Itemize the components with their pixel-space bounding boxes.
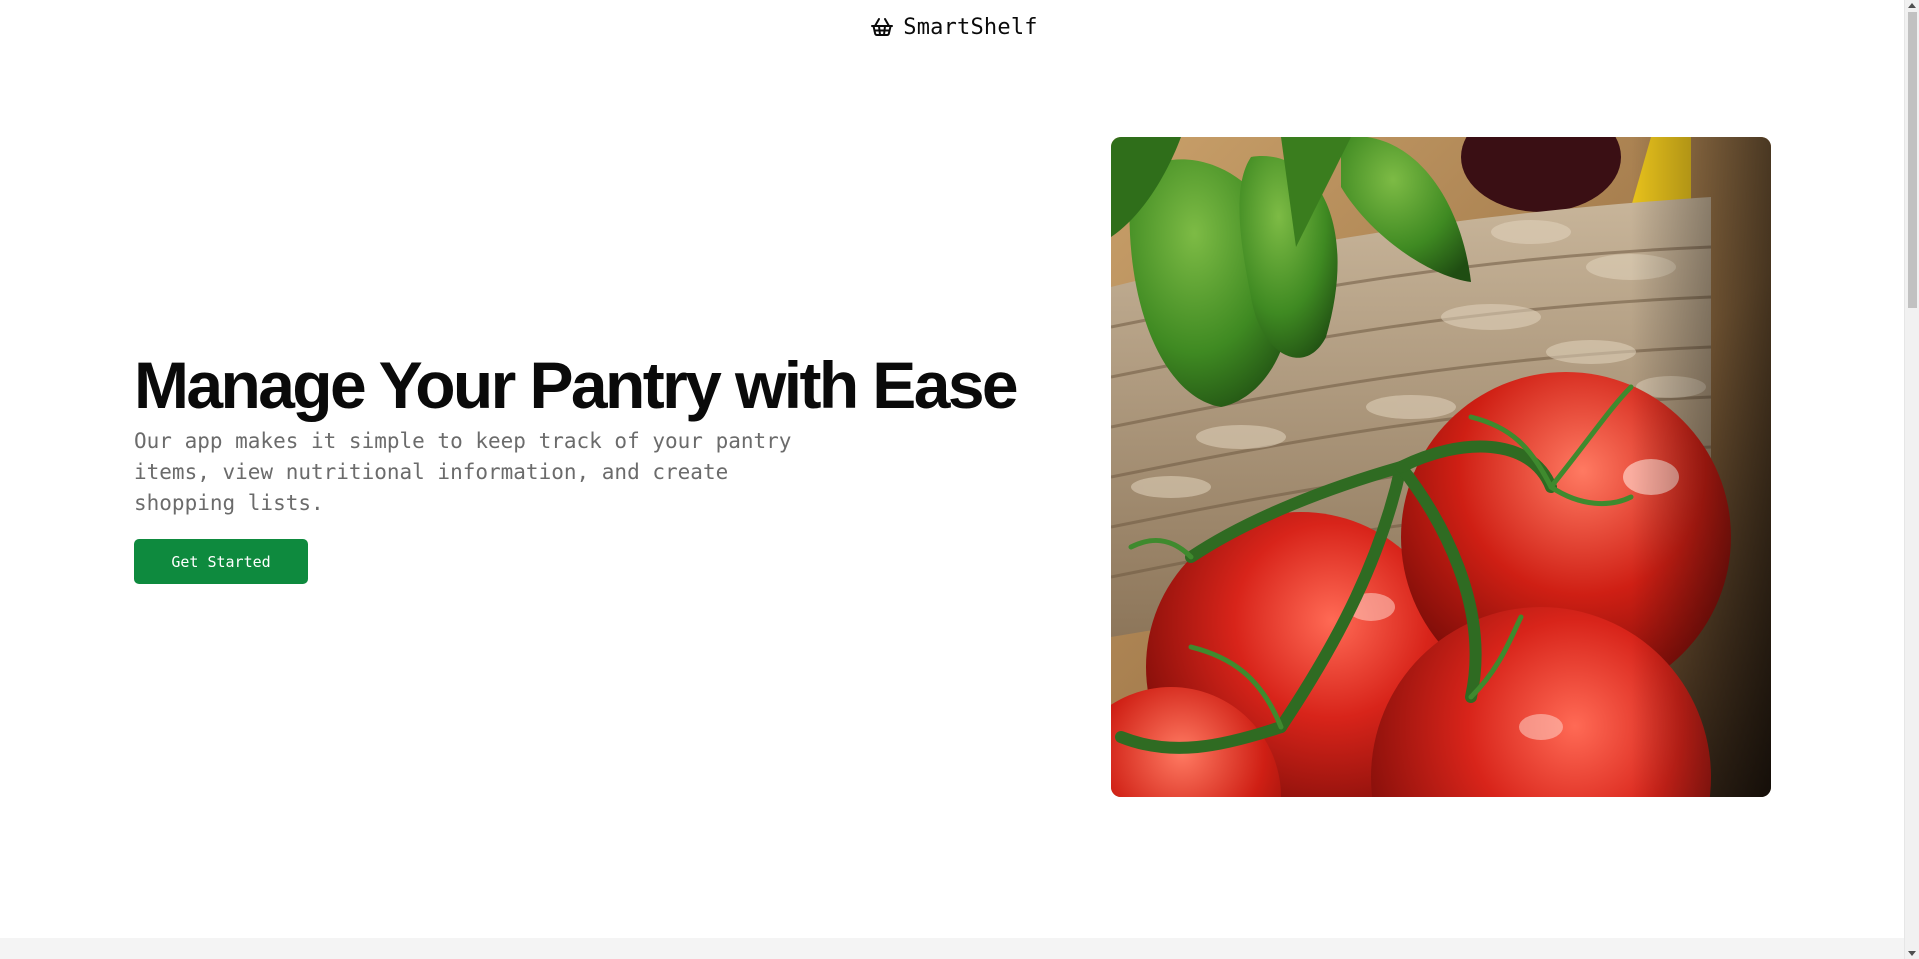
site-header: SmartShelf — [0, 0, 1904, 54]
scroll-up-arrow-icon[interactable] — [1908, 3, 1916, 8]
basket-icon — [870, 15, 894, 39]
hero-title: Manage Your Pantry with Ease — [134, 348, 1019, 422]
hero-section: Manage Your Pantry with Ease Our app mak… — [134, 346, 1034, 584]
footer-strip — [0, 938, 1904, 959]
brand-logo-link[interactable]: SmartShelf — [870, 14, 1038, 40]
scrollbar-thumb[interactable] — [1908, 12, 1917, 308]
hero-image — [1111, 137, 1771, 797]
hero-subtitle: Our app makes it simple to keep track of… — [134, 429, 792, 515]
page: SmartShelf Manage Your Pantry with Ease … — [0, 0, 1904, 959]
scroll-down-arrow-icon[interactable] — [1908, 951, 1916, 956]
vertical-scrollbar[interactable] — [1904, 0, 1919, 959]
get-started-button[interactable]: Get Started — [134, 539, 308, 584]
brand-name: SmartShelf — [903, 14, 1038, 40]
tomatoes-basket-illustration — [1111, 137, 1771, 797]
